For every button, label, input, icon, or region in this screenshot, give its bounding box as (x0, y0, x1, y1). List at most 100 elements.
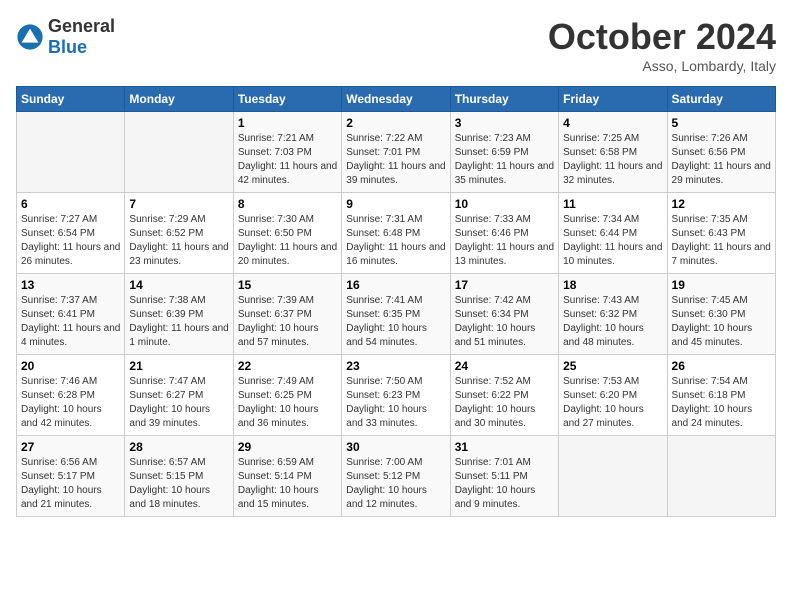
day-info: Sunrise: 7:26 AM Sunset: 6:56 PM Dayligh… (672, 132, 771, 188)
page-header: General Blue October 2024 Asso, Lombardy… (16, 16, 776, 74)
month-title: October 2024 (548, 16, 776, 58)
day-number: 6 (21, 197, 120, 211)
day-info: Sunrise: 7:30 AM Sunset: 6:50 PM Dayligh… (238, 213, 337, 269)
day-info: Sunrise: 7:52 AM Sunset: 6:22 PM Dayligh… (455, 375, 554, 431)
day-number: 7 (129, 197, 228, 211)
day-cell: 17 Sunrise: 7:42 AM Sunset: 6:34 PM Dayli… (450, 274, 558, 355)
day-number: 28 (129, 440, 228, 454)
day-cell: 25Sunrise: 7:53 AM Sunset: 6:20 PM Dayli… (559, 355, 667, 436)
logo-general: General (48, 16, 115, 36)
day-number: 5 (672, 116, 771, 130)
day-cell: 30 Sunrise: 7:00 AM Sunset: 5:12 PM Dayli… (342, 436, 450, 517)
col-header-wednesday: Wednesday (342, 87, 450, 112)
day-cell: 21 Sunrise: 7:47 AM Sunset: 6:27 PM Dayli… (125, 355, 233, 436)
day-info: Sunrise: 7:46 AM Sunset: 6:28 PM Dayligh… (21, 375, 120, 431)
day-cell: 10Sunrise: 7:33 AM Sunset: 6:46 PM Dayli… (450, 193, 558, 274)
logo-blue: Blue (48, 37, 87, 57)
day-cell: 28 Sunrise: 6:57 AM Sunset: 5:15 PM Dayli… (125, 436, 233, 517)
day-cell: 3 Sunrise: 7:23 AM Sunset: 6:59 PM Daylig… (450, 112, 558, 193)
day-number: 24 (455, 359, 554, 373)
day-info: Sunrise: 7:31 AM Sunset: 6:48 PM Dayligh… (346, 213, 445, 269)
day-info: Sunrise: 7:35 AM Sunset: 6:43 PM Dayligh… (672, 213, 771, 269)
day-info: Sunrise: 6:57 AM Sunset: 5:15 PM Dayligh… (129, 456, 228, 512)
title-block: October 2024 Asso, Lombardy, Italy (548, 16, 776, 74)
day-cell: 20 Sunrise: 7:46 AM Sunset: 6:28 PM Dayli… (17, 355, 125, 436)
day-number: 30 (346, 440, 445, 454)
day-cell (559, 436, 667, 517)
day-number: 1 (238, 116, 337, 130)
day-info: Sunrise: 7:47 AM Sunset: 6:27 PM Dayligh… (129, 375, 228, 431)
day-info: Sunrise: 7:39 AM Sunset: 6:37 PM Dayligh… (238, 294, 337, 350)
week-row-5: 27 Sunrise: 6:56 AM Sunset: 5:17 PM Dayli… (17, 436, 776, 517)
calendar-table: SundayMondayTuesdayWednesdayThursdayFrid… (16, 86, 776, 517)
day-info: Sunrise: 7:43 AM Sunset: 6:32 PM Dayligh… (563, 294, 662, 350)
day-number: 23 (346, 359, 445, 373)
day-cell: 9Sunrise: 7:31 AM Sunset: 6:48 PM Daylig… (342, 193, 450, 274)
day-number: 29 (238, 440, 337, 454)
day-number: 16 (346, 278, 445, 292)
day-number: 31 (455, 440, 554, 454)
week-row-2: 6 Sunrise: 7:27 AM Sunset: 6:54 PM Daylig… (17, 193, 776, 274)
day-number: 3 (455, 116, 554, 130)
day-cell (667, 436, 775, 517)
day-number: 17 (455, 278, 554, 292)
day-number: 21 (129, 359, 228, 373)
day-number: 19 (672, 278, 771, 292)
day-info: Sunrise: 7:54 AM Sunset: 6:18 PM Dayligh… (672, 375, 771, 431)
day-number: 26 (672, 359, 771, 373)
day-cell: 19 Sunrise: 7:45 AM Sunset: 6:30 PM Dayli… (667, 274, 775, 355)
day-cell: 31 Sunrise: 7:01 AM Sunset: 5:11 PM Dayli… (450, 436, 558, 517)
day-cell: 14 Sunrise: 7:38 AM Sunset: 6:39 PM Dayli… (125, 274, 233, 355)
day-info: Sunrise: 7:38 AM Sunset: 6:39 PM Dayligh… (129, 294, 228, 350)
day-info: Sunrise: 7:37 AM Sunset: 6:41 PM Dayligh… (21, 294, 120, 350)
day-cell: 22Sunrise: 7:49 AM Sunset: 6:25 PM Dayli… (233, 355, 341, 436)
day-cell: 11 Sunrise: 7:34 AM Sunset: 6:44 PM Dayli… (559, 193, 667, 274)
col-header-sunday: Sunday (17, 87, 125, 112)
day-info: Sunrise: 7:23 AM Sunset: 6:59 PM Dayligh… (455, 132, 554, 188)
day-info: Sunrise: 7:00 AM Sunset: 5:12 PM Dayligh… (346, 456, 445, 512)
day-info: Sunrise: 7:42 AM Sunset: 6:34 PM Dayligh… (455, 294, 554, 350)
location: Asso, Lombardy, Italy (548, 58, 776, 74)
day-info: Sunrise: 7:45 AM Sunset: 6:30 PM Dayligh… (672, 294, 771, 350)
day-cell: 26 Sunrise: 7:54 AM Sunset: 6:18 PM Dayli… (667, 355, 775, 436)
day-info: Sunrise: 7:27 AM Sunset: 6:54 PM Dayligh… (21, 213, 120, 269)
col-header-saturday: Saturday (667, 87, 775, 112)
day-cell: 5 Sunrise: 7:26 AM Sunset: 6:56 PM Daylig… (667, 112, 775, 193)
col-header-tuesday: Tuesday (233, 87, 341, 112)
day-info: Sunrise: 6:56 AM Sunset: 5:17 PM Dayligh… (21, 456, 120, 512)
day-cell (125, 112, 233, 193)
day-cell: 13 Sunrise: 7:37 AM Sunset: 6:41 PM Dayli… (17, 274, 125, 355)
day-number: 27 (21, 440, 120, 454)
day-cell: 23Sunrise: 7:50 AM Sunset: 6:23 PM Dayli… (342, 355, 450, 436)
day-number: 20 (21, 359, 120, 373)
day-number: 18 (563, 278, 662, 292)
day-number: 22 (238, 359, 337, 373)
day-cell: 2Sunrise: 7:22 AM Sunset: 7:01 PM Daylig… (342, 112, 450, 193)
week-row-3: 13 Sunrise: 7:37 AM Sunset: 6:41 PM Dayli… (17, 274, 776, 355)
col-header-friday: Friday (559, 87, 667, 112)
day-number: 4 (563, 116, 662, 130)
day-number: 11 (563, 197, 662, 211)
day-number: 12 (672, 197, 771, 211)
day-cell: 18 Sunrise: 7:43 AM Sunset: 6:32 PM Dayli… (559, 274, 667, 355)
day-info: Sunrise: 7:25 AM Sunset: 6:58 PM Dayligh… (563, 132, 662, 188)
day-number: 13 (21, 278, 120, 292)
week-row-1: 1Sunrise: 7:21 AM Sunset: 7:03 PM Daylig… (17, 112, 776, 193)
day-number: 15 (238, 278, 337, 292)
day-number: 14 (129, 278, 228, 292)
day-cell: 4 Sunrise: 7:25 AM Sunset: 6:58 PM Daylig… (559, 112, 667, 193)
day-cell: 16Sunrise: 7:41 AM Sunset: 6:35 PM Dayli… (342, 274, 450, 355)
day-cell (17, 112, 125, 193)
day-cell: 15 Sunrise: 7:39 AM Sunset: 6:37 PM Dayli… (233, 274, 341, 355)
day-info: Sunrise: 7:01 AM Sunset: 5:11 PM Dayligh… (455, 456, 554, 512)
day-cell: 29Sunrise: 6:59 AM Sunset: 5:14 PM Dayli… (233, 436, 341, 517)
day-number: 8 (238, 197, 337, 211)
day-info: Sunrise: 7:34 AM Sunset: 6:44 PM Dayligh… (563, 213, 662, 269)
day-number: 2 (346, 116, 445, 130)
day-info: Sunrise: 7:29 AM Sunset: 6:52 PM Dayligh… (129, 213, 228, 269)
day-number: 25 (563, 359, 662, 373)
day-cell: 7 Sunrise: 7:29 AM Sunset: 6:52 PM Daylig… (125, 193, 233, 274)
day-cell: 8 Sunrise: 7:30 AM Sunset: 6:50 PM Daylig… (233, 193, 341, 274)
logo: General Blue (16, 16, 115, 58)
day-info: Sunrise: 7:33 AM Sunset: 6:46 PM Dayligh… (455, 213, 554, 269)
